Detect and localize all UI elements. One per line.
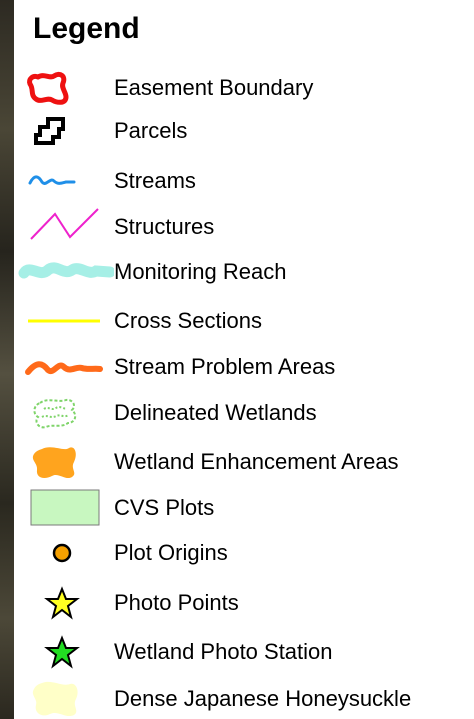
legend-label: Streams xyxy=(114,168,196,193)
cvs-plots-icon xyxy=(14,488,114,528)
delineated-wetlands-icon xyxy=(14,393,114,433)
legend-panel: Legend Easement Boundary Parcels Streams xyxy=(14,0,474,719)
easement-boundary-icon xyxy=(14,68,114,108)
legend-label: Dense Japanese Honeysuckle xyxy=(114,686,412,711)
photo-points-icon xyxy=(14,583,114,623)
legend-item-easement-boundary: Easement Boundary xyxy=(14,68,474,108)
legend-item-dense-japanese-honeysuckle: Dense Japanese Honeysuckle xyxy=(14,679,474,719)
legend-item-stream-problem-areas: Stream Problem Areas xyxy=(14,347,474,387)
legend-label: Wetland Enhancement Areas xyxy=(114,449,399,474)
parcels-icon xyxy=(14,111,114,151)
plot-origins-icon xyxy=(14,533,114,573)
legend-label: Easement Boundary xyxy=(114,75,314,100)
legend-label: CVS Plots xyxy=(114,495,215,520)
wetland-photo-station-icon xyxy=(14,632,114,672)
legend-item-streams: Streams xyxy=(14,161,474,201)
legend-title: Legend xyxy=(33,12,140,45)
legend-label: Monitoring Reach xyxy=(114,259,287,284)
legend-label: Cross Sections xyxy=(114,308,262,333)
legend-label: Parcels xyxy=(114,118,188,143)
legend-item-cvs-plots: CVS Plots xyxy=(14,488,474,528)
legend-label: Delineated Wetlands xyxy=(114,400,317,425)
streams-icon xyxy=(14,161,114,201)
legend-item-wetland-enhancement-areas: Wetland Enhancement Areas xyxy=(14,442,474,482)
dense-japanese-honeysuckle-icon xyxy=(14,679,114,719)
legend-item-photo-points: Photo Points xyxy=(14,583,474,623)
legend-label: Plot Origins xyxy=(114,540,228,565)
legend-item-delineated-wetlands: Delineated Wetlands xyxy=(14,393,474,433)
legend-label: Structures xyxy=(114,214,215,239)
cross-sections-icon xyxy=(14,301,114,341)
structures-icon xyxy=(14,207,114,247)
legend-item-cross-sections: Cross Sections xyxy=(14,301,474,341)
legend-item-wetland-photo-station: Wetland Photo Station xyxy=(14,632,474,672)
wetland-enhancement-areas-icon xyxy=(14,442,114,482)
legend-label: Stream Problem Areas xyxy=(114,354,336,379)
monitoring-reach-icon xyxy=(14,252,114,292)
legend-item-structures: Structures xyxy=(14,207,474,247)
map-background-edge xyxy=(0,0,14,719)
legend-label: Photo Points xyxy=(114,590,239,615)
legend-item-monitoring-reach: Monitoring Reach xyxy=(14,252,474,292)
legend-item-plot-origins: Plot Origins xyxy=(14,533,474,573)
stream-problem-areas-icon xyxy=(14,347,114,387)
legend-label: Wetland Photo Station xyxy=(114,639,333,664)
legend-item-parcels: Parcels xyxy=(14,111,474,151)
